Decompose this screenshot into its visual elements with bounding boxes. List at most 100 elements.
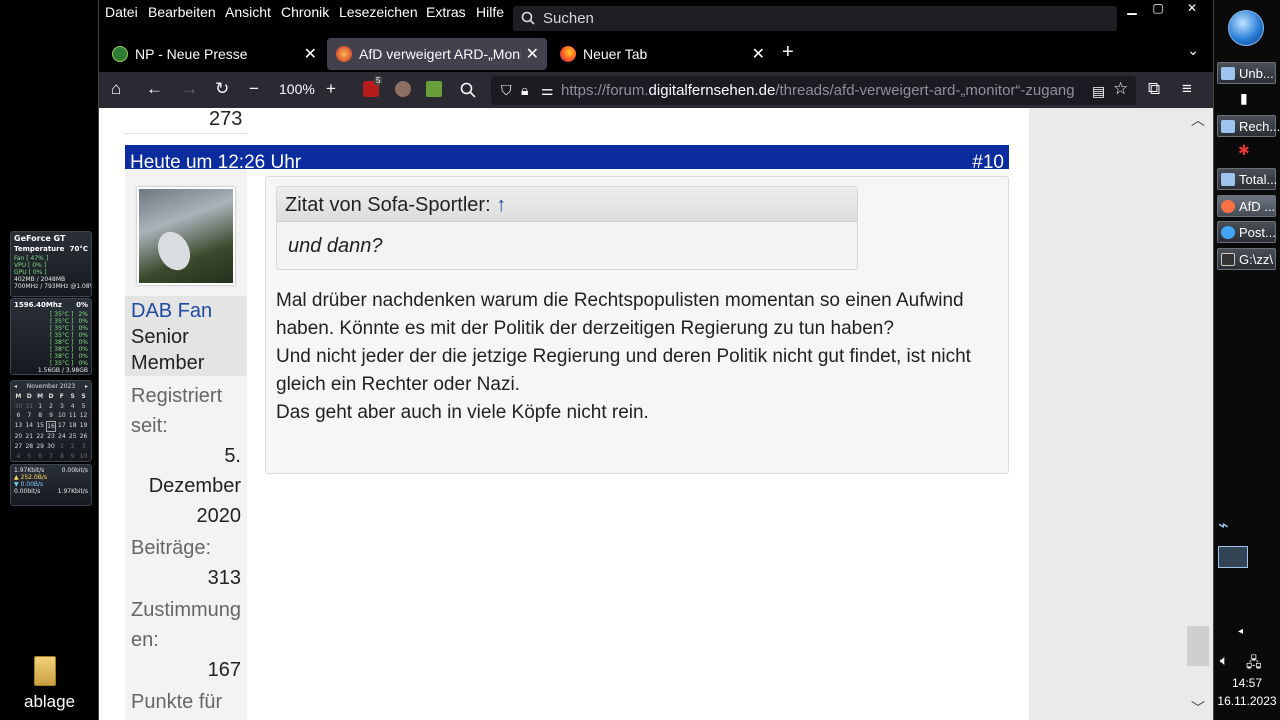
close-tab-icon[interactable]: ✕: [752, 44, 765, 64]
tray-expand-icon[interactable]: ◂: [1238, 626, 1243, 637]
new-tab-icon[interactable]: +: [782, 41, 794, 64]
calendar-day[interactable]: 31: [24, 402, 35, 412]
calendar-day[interactable]: 10: [78, 452, 89, 461]
calendar-prev-icon[interactable]: ◂: [14, 383, 17, 390]
calendar-day[interactable]: 1: [56, 442, 67, 452]
menu-chronik[interactable]: Chronik: [281, 4, 329, 20]
calendar-day[interactable]: 6: [13, 411, 24, 421]
tab-np-neue-presse[interactable]: NP - Neue Presse ✕: [103, 38, 325, 70]
close-window-icon[interactable]: ✕: [1171, 0, 1213, 18]
calendar-day[interactable]: 2: [46, 402, 57, 412]
avatar[interactable]: [137, 187, 235, 285]
menu-bearbeiten[interactable]: Bearbeiten: [148, 4, 216, 20]
calendar-day[interactable]: 6: [35, 452, 46, 461]
lock-icon[interactable]: 🔒︎: [521, 82, 528, 99]
calendar-day[interactable]: 27: [13, 442, 24, 452]
network-cable-icon[interactable]: ⌁: [1218, 515, 1229, 536]
calendar-day[interactable]: 9: [67, 452, 78, 461]
post-number-link[interactable]: #10: [972, 152, 1004, 174]
url-text[interactable]: https://forum.digitalfernsehen.de/thread…: [561, 82, 1075, 99]
close-tab-icon[interactable]: ✕: [526, 44, 539, 64]
scroll-up-chevron-icon[interactable]: ︿: [1191, 110, 1205, 130]
menu-hilfe[interactable]: Hilfe: [476, 4, 504, 20]
reload-icon[interactable]: ↻: [215, 80, 229, 98]
calendar-day[interactable]: 7: [46, 452, 57, 461]
page-scrollbar[interactable]: ︿ ﹀: [1187, 108, 1211, 720]
home-icon[interactable]: ⌂: [111, 80, 121, 98]
url-bar[interactable]: ⛉ 🔒︎ ⚌ https://forum.digitalfernsehen.de…: [491, 76, 1136, 105]
taskbar-button[interactable]: Rech...: [1217, 115, 1280, 137]
search-icon[interactable]: [460, 82, 476, 98]
menu-extras[interactable]: Extras: [426, 4, 466, 20]
calendar-day[interactable]: 25: [67, 432, 78, 442]
reader-view-icon[interactable]: ▤: [1092, 82, 1105, 100]
calendar-day[interactable]: 28: [24, 442, 35, 452]
calendar-day[interactable]: 2: [67, 442, 78, 452]
tab-list-chevron-icon[interactable]: ⌄: [1187, 42, 1199, 59]
desktop-folder-label[interactable]: ablage: [24, 692, 75, 712]
calendar-day[interactable]: 21: [24, 432, 35, 442]
calendar-day[interactable]: 14: [24, 421, 35, 433]
calendar-day[interactable]: 18: [67, 421, 78, 433]
calendar-day[interactable]: 24: [56, 432, 67, 442]
hamburger-menu-icon[interactable]: ≡: [1182, 80, 1192, 98]
calendar-day[interactable]: 8: [56, 452, 67, 461]
folder-icon[interactable]: [34, 656, 56, 686]
calendar-day[interactable]: 12: [78, 411, 89, 421]
minimize-icon[interactable]: ▁: [1119, 0, 1145, 18]
calendar-day[interactable]: 13: [13, 421, 24, 433]
tab-afd-monitor[interactable]: AfD verweigert ARD-„Monitor“ ✕: [327, 38, 547, 70]
taskbar-button[interactable]: AfD ...: [1217, 195, 1276, 217]
calendar-day[interactable]: 11: [67, 411, 78, 421]
display-icon[interactable]: [1218, 546, 1248, 568]
cookie-extension-icon[interactable]: [395, 81, 411, 97]
taskbar-button[interactable]: Unb...: [1217, 62, 1276, 84]
usb-drive-icon[interactable]: ▮: [1240, 90, 1248, 107]
clock-time[interactable]: 14:57: [1214, 676, 1280, 690]
calendar-day[interactable]: 30: [46, 442, 57, 452]
calendar-day[interactable]: 5: [78, 402, 89, 412]
calendar-day[interactable]: 20: [13, 432, 24, 442]
tab-neuer-tab[interactable]: Neuer Tab ✕: [551, 38, 773, 70]
calendar-day[interactable]: 29: [35, 442, 46, 452]
calendar-day[interactable]: 16: [45, 420, 57, 433]
calendar-day[interactable]: 15: [35, 421, 46, 433]
calendar-day[interactable]: 7: [24, 411, 35, 421]
zoom-out-icon[interactable]: −: [249, 80, 259, 98]
network-icon[interactable]: 🖧︎: [1246, 652, 1262, 676]
shield-icon[interactable]: ⛉: [501, 82, 512, 99]
calendar-next-icon[interactable]: ▸: [85, 383, 88, 390]
scroll-thumb[interactable]: [1187, 626, 1209, 666]
forward-icon[interactable]: →: [181, 80, 198, 98]
bug-icon[interactable]: ✱: [1238, 142, 1250, 159]
username-link[interactable]: DAB Fan: [131, 300, 212, 323]
calendar-day[interactable]: 23: [46, 432, 57, 442]
clock-date[interactable]: 16.11.2023: [1214, 694, 1280, 708]
taskbar-button[interactable]: Post...: [1217, 221, 1276, 243]
calendar-day[interactable]: 9: [46, 411, 57, 421]
calendar-day[interactable]: 8: [35, 411, 46, 421]
calendar-day[interactable]: 17: [56, 421, 67, 433]
calendar-day[interactable]: 10: [56, 411, 67, 421]
zoom-in-icon[interactable]: +: [326, 80, 336, 98]
calendar-day[interactable]: 3: [78, 442, 89, 452]
start-button-icon[interactable]: [1228, 10, 1264, 46]
close-tab-icon[interactable]: ✕: [304, 44, 317, 64]
calendar-day[interactable]: 1: [35, 402, 46, 412]
menu-lesezeichen[interactable]: Lesezeichen: [339, 4, 418, 20]
back-icon[interactable]: ←: [146, 80, 163, 98]
zoom-level[interactable]: 100%: [279, 81, 315, 97]
taskbar-button[interactable]: Total...: [1217, 168, 1277, 190]
quote-jump-arrow-icon[interactable]: ↑: [496, 194, 506, 216]
menu-ansicht[interactable]: Ansicht: [225, 4, 271, 20]
maximize-icon[interactable]: ▢: [1145, 0, 1171, 18]
extension-icon[interactable]: [426, 81, 442, 97]
extensions-puzzle-icon[interactable]: ⧉: [1148, 80, 1160, 98]
menu-datei[interactable]: Datei: [105, 4, 138, 20]
calendar-day[interactable]: 26: [78, 432, 89, 442]
search-input[interactable]: Suchen: [513, 6, 1117, 31]
calendar-day[interactable]: 5: [24, 452, 35, 461]
calendar-day[interactable]: 30: [13, 402, 24, 412]
permissions-icon[interactable]: ⚌: [541, 82, 554, 99]
taskbar-button[interactable]: G:\zz\: [1217, 248, 1276, 270]
